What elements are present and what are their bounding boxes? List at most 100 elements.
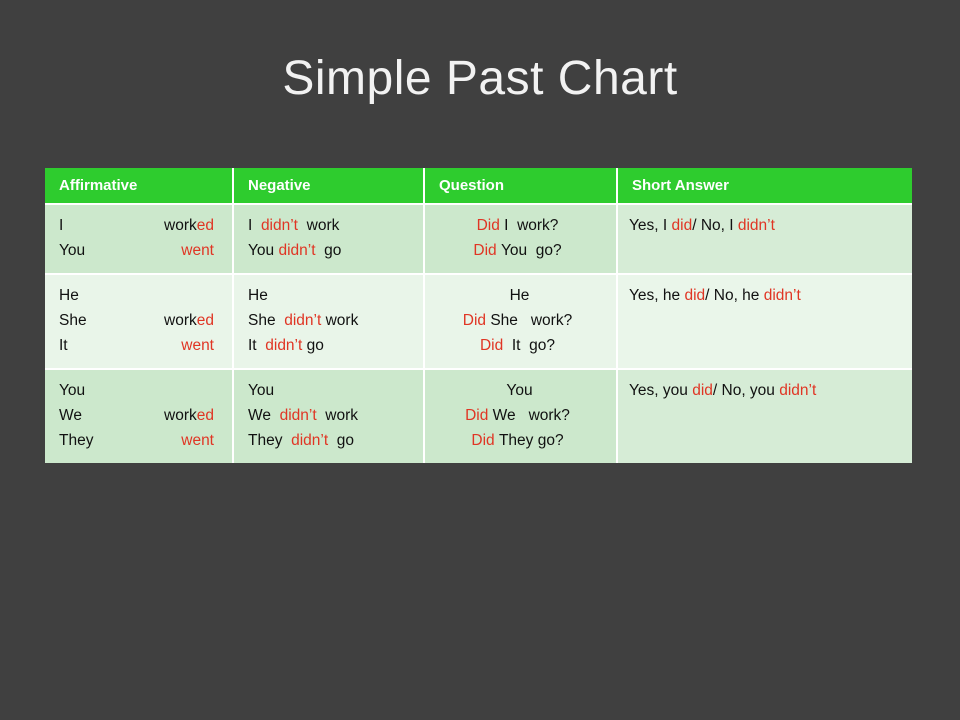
verb-base: work [325, 312, 359, 329]
short-answer-line: Yes, he did/ No, he didn’t [618, 283, 912, 308]
verb-group: worked [164, 308, 214, 333]
verb-group: went [181, 428, 214, 453]
cell-question: You Did We work? Did They go? [424, 368, 618, 463]
column-header-short-answer: Short Answer [617, 168, 912, 204]
auxiliary-negative: didn’t [260, 217, 298, 234]
table-row: You We worked They went You We didn’t wo… [45, 368, 912, 463]
affirmative-line: You went [45, 238, 232, 263]
pronoun-text: You [500, 242, 528, 259]
negative-line: We didn’t work [234, 403, 423, 428]
auxiliary-negative: didn’t [284, 312, 322, 329]
verb-base: work? [517, 217, 559, 234]
pronoun-text: We [59, 407, 82, 424]
question-line: Did You go? [425, 238, 616, 263]
auxiliary-did: did [671, 217, 693, 234]
pronoun-text: You [248, 382, 275, 399]
column-header-question: Question [424, 168, 618, 204]
auxiliary-did: Did [465, 407, 489, 424]
verb-base: work? [530, 312, 573, 329]
cell-short-answer: Yes, I did/ No, I didn’t [617, 203, 912, 274]
question-line: He [425, 283, 616, 308]
auxiliary-negative: didn’t [291, 432, 329, 449]
cell-affirmative: I worked You went [45, 203, 234, 274]
question-line: Did It go? [425, 333, 616, 358]
verb-suffix: ed [196, 407, 214, 424]
affirmative-line: He [45, 283, 232, 308]
cell-question: Did I work? Did You go? [424, 203, 618, 274]
pronoun-text: She [490, 312, 518, 329]
question-line: Did She work? [425, 308, 616, 333]
question-line: Did They go? [425, 428, 616, 453]
short-answer-line: Yes, you did/ No, you didn’t [618, 378, 912, 403]
pronoun-text: You [248, 242, 275, 259]
pronoun-text: We [492, 407, 516, 424]
verb-group: went [181, 333, 214, 358]
auxiliary-did: did [684, 287, 706, 304]
verb-suffix: ed [196, 217, 214, 234]
verb-base: go? [537, 432, 564, 449]
pronoun-text: He [509, 287, 530, 304]
verb-base: work [325, 407, 359, 424]
table-row: He She worked It went He She didn’t work [45, 273, 912, 369]
pronoun-text: He [59, 287, 79, 304]
auxiliary-negative: didn’t [737, 217, 775, 234]
column-header-affirmative: Affirmative [45, 168, 234, 204]
auxiliary-did: Did [476, 217, 500, 234]
affirmative-line: I worked [45, 213, 232, 238]
verb-stem: work [164, 312, 197, 329]
auxiliary-negative: didn’t [279, 407, 317, 424]
table-header: Affirmative Negative Question Short Answ… [45, 168, 912, 204]
cell-short-answer: Yes, he did/ No, he didn’t [617, 273, 912, 369]
verb-base: go? [535, 242, 562, 259]
verb-stem: work [164, 217, 197, 234]
slide-canvas: Simple Past Chart Affirmative Negative Q… [0, 0, 960, 720]
auxiliary-did: Did [479, 337, 504, 354]
yes-prefix: Yes, I [629, 217, 672, 234]
pronoun-text: It [59, 337, 68, 354]
pronoun-text: She [59, 312, 87, 329]
verb-group: worked [164, 403, 214, 428]
pronoun-text: I [248, 217, 253, 234]
table-body: I worked You went I didn’t work You didn… [45, 203, 912, 463]
pronoun-text: I [504, 217, 509, 234]
pronoun-text: They [248, 432, 283, 449]
table-row: I worked You went I didn’t work You didn… [45, 203, 912, 274]
pronoun-text: You [506, 382, 533, 399]
auxiliary-negative: didn’t [278, 242, 316, 259]
auxiliary-did: Did [471, 432, 495, 449]
auxiliary-negative: didn’t [265, 337, 303, 354]
verb-suffix: ed [196, 312, 214, 329]
verb-irregular: went [181, 337, 214, 354]
auxiliary-negative: didn’t [779, 382, 817, 399]
pronoun-text: I [59, 217, 64, 234]
negative-line: They didn’t go [234, 428, 423, 453]
negative-line: He [234, 283, 423, 308]
page-title: Simple Past Chart [282, 52, 678, 105]
cell-affirmative: You We worked They went [45, 368, 234, 463]
cell-question: He Did She work? Did It go? [424, 273, 618, 369]
yes-prefix: Yes, he [629, 287, 685, 304]
verb-group: worked [164, 213, 214, 238]
no-prefix: / No, I [692, 217, 738, 234]
question-line: You [425, 378, 616, 403]
no-prefix: / No, he [705, 287, 764, 304]
pronoun-text: They [498, 432, 534, 449]
auxiliary-did: Did [462, 312, 487, 329]
auxiliary-negative: didn’t [763, 287, 801, 304]
affirmative-line: You [45, 378, 232, 403]
pronoun-text: She [248, 312, 276, 329]
question-line: Did We work? [425, 403, 616, 428]
affirmative-line: We worked [45, 403, 232, 428]
negative-line: You didn’t go [234, 238, 423, 263]
negative-line: It didn’t go [234, 333, 423, 358]
verb-base: work [306, 217, 340, 234]
pronoun-text: You [59, 242, 86, 259]
cell-affirmative: He She worked It went [45, 273, 234, 369]
verb-irregular: went [181, 242, 214, 259]
pronoun-text: It [511, 337, 521, 354]
verb-group: went [181, 238, 214, 263]
simple-past-chart-table: Affirmative Negative Question Short Answ… [45, 168, 912, 463]
affirmative-line: They went [45, 428, 232, 453]
cell-negative: You We didn’t work They didn’t go [233, 368, 425, 463]
negative-line: She didn’t work [234, 308, 423, 333]
